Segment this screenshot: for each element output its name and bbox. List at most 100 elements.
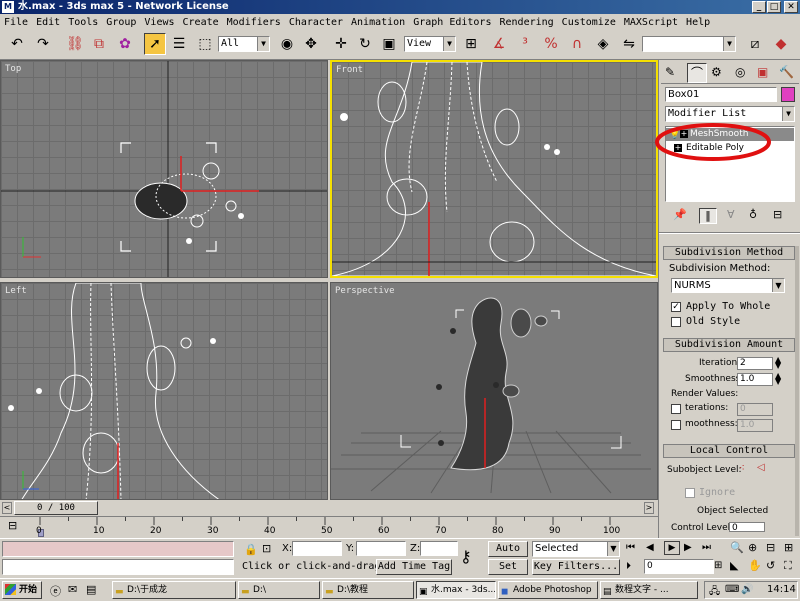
y-coord-field[interactable] — [356, 541, 406, 556]
select-object-icon[interactable]: ➚ — [144, 33, 166, 55]
menu-edit[interactable]: Edit — [36, 17, 60, 28]
language-icon[interactable]: ⌨ — [725, 584, 739, 595]
undo-icon[interactable]: ↶ — [6, 33, 28, 55]
maxscript-mini-listener[interactable] — [2, 559, 234, 575]
menu-help[interactable]: Help — [686, 17, 710, 28]
panel-scrollbar[interactable] — [795, 246, 799, 536]
set-key-button[interactable]: Set Key — [488, 559, 528, 575]
render-iterations-checkbox[interactable] — [671, 404, 681, 414]
close-button[interactable]: ✕ — [784, 1, 798, 13]
object-name-field[interactable]: Box01 — [665, 87, 777, 102]
rollout-subdivision-method[interactable]: Subdivision Method — [663, 246, 795, 260]
select-and-manipulate-icon[interactable]: ◉ — [276, 33, 298, 55]
task-text-document[interactable]: ▤ 数程文字 - ... — [600, 581, 698, 599]
time-slider-track[interactable]: < 0 / 100 > — [0, 500, 658, 516]
hierarchy-tab-icon[interactable]: ⚙ — [711, 65, 722, 79]
edge-level-icon[interactable]: ◁ — [757, 462, 765, 473]
key-mode-dropdown[interactable]: Selected ▼ — [532, 541, 620, 557]
menu-animation[interactable]: Animation — [351, 17, 405, 28]
menu-rendering[interactable]: Rendering — [499, 17, 553, 28]
zoom-icon[interactable]: 🔍 — [730, 541, 744, 554]
select-and-link-icon[interactable]: ⛓ — [64, 33, 86, 55]
start-button[interactable]: 开始 — [2, 581, 42, 599]
redo-icon[interactable]: ↷ — [32, 33, 54, 55]
menu-customize[interactable]: Customize — [562, 17, 616, 28]
remove-modifier-icon[interactable]: ♁ — [749, 208, 757, 221]
current-frame-field[interactable]: 0 — [644, 559, 714, 574]
ignore-backfacing-checkbox[interactable] — [685, 488, 695, 498]
percent-snap-icon[interactable]: % — [540, 33, 562, 55]
volume-icon[interactable]: 🔊 — [741, 584, 753, 595]
pan-icon[interactable]: ✋ — [748, 559, 762, 572]
minimize-button[interactable]: _ — [752, 1, 766, 13]
viewport-front[interactable]: Front — [330, 60, 658, 278]
add-time-tag-button[interactable]: Add Time Tag — [376, 559, 452, 575]
key-mode-toggle-icon[interactable]: ⏵ — [626, 561, 631, 572]
select-by-name-icon[interactable]: ☰ — [168, 33, 190, 55]
lock-selection-icon[interactable]: 🔒 — [244, 543, 258, 556]
named-selection-dropdown[interactable]: ▼ — [642, 36, 736, 52]
chevron-left-icon[interactable]: < — [2, 502, 12, 514]
display-tab-icon[interactable]: ▣ — [757, 65, 768, 79]
apply-to-whole-checkbox[interactable]: ✓ — [671, 302, 681, 312]
select-and-move-icon[interactable]: ✥ — [300, 33, 322, 55]
menu-file[interactable]: File — [4, 17, 28, 28]
modifier-list-dropdown[interactable]: Modifier List ▼ — [665, 106, 795, 122]
internet-explorer-icon[interactable]: ⓔ — [50, 583, 61, 599]
maximize-button[interactable]: □ — [767, 1, 781, 13]
select-and-move-icon[interactable]: ✛ — [330, 33, 352, 55]
render-smoothness-spinner[interactable]: 1.0 — [737, 419, 773, 432]
subdivision-method-dropdown[interactable]: NURMS ▼ — [671, 278, 785, 293]
bind-to-space-warp-icon[interactable]: ✿ — [114, 33, 136, 55]
selection-filter-dropdown[interactable]: All ▼ — [218, 36, 270, 52]
outlook-express-icon[interactable]: ✉ — [68, 583, 77, 596]
x-coord-field[interactable] — [292, 541, 342, 556]
select-and-rotate-icon[interactable]: ↻ — [354, 33, 376, 55]
reference-coordinate-dropdown[interactable]: View ▼ — [404, 36, 456, 52]
set-key-key-icon[interactable]: ⚷ — [460, 547, 472, 566]
time-configuration-icon[interactable]: ⊞ — [714, 560, 722, 571]
network-icon[interactable]: 🖧 — [709, 584, 720, 601]
task-photoshop[interactable]: ◼ Adobe Photoshop — [498, 581, 598, 599]
create-tab-icon[interactable]: ✎ — [665, 65, 675, 79]
3ds-max-icon[interactable]: M — [2, 1, 14, 13]
menu-maxscript[interactable]: MAXScript — [624, 17, 678, 28]
viewport-top[interactable]: Top — [0, 60, 328, 278]
use-pivot-center-icon[interactable]: ⊞ — [460, 33, 482, 55]
z-coord-field[interactable] — [420, 541, 458, 556]
chevron-right-icon[interactable]: > — [644, 502, 654, 514]
clock[interactable]: 14:14 — [767, 584, 796, 595]
maxscript-listener[interactable] — [2, 541, 234, 557]
play-icon[interactable]: ▶ — [664, 541, 680, 555]
task-3dsmax[interactable]: ▣ 水.max - 3ds... — [416, 581, 496, 599]
select-and-scale-icon[interactable]: ▣ — [378, 33, 400, 55]
menu-tools[interactable]: Tools — [68, 17, 98, 28]
old-style-checkbox[interactable] — [671, 317, 681, 327]
field-of-view-icon[interactable]: ◣ — [730, 559, 738, 572]
unlink-selection-icon[interactable]: ⧉ — [88, 33, 110, 55]
previous-frame-icon[interactable]: ◀ — [646, 542, 654, 553]
iterations-spinner[interactable]: 2 — [737, 357, 773, 370]
menu-modifiers[interactable]: Modifiers — [227, 17, 281, 28]
spinner-snap-icon[interactable]: ∩ — [566, 33, 588, 55]
viewport-perspective[interactable]: Perspective — [330, 282, 658, 500]
maximize-viewport-icon[interactable]: ⛶ — [784, 559, 792, 573]
spinner-arrows-icon[interactable]: ▲ ▼ — [775, 356, 781, 370]
motion-tab-icon[interactable]: ◎ — [735, 65, 745, 79]
render-smoothness-checkbox[interactable] — [671, 420, 681, 430]
next-frame-icon[interactable]: ▶ — [684, 542, 692, 553]
angle-snap-icon[interactable]: ∡ — [488, 33, 510, 55]
configure-modifier-sets-icon[interactable]: ⊟ — [773, 208, 782, 221]
spinner-arrows-icon[interactable]: ▲ ▼ — [775, 372, 781, 386]
make-unique-icon[interactable]: ∀ — [727, 208, 735, 221]
vertex-level-icon[interactable]: ⁖ — [739, 463, 745, 474]
utilities-tab-icon[interactable]: 🔨 — [779, 65, 794, 79]
zoom-extents-all-icon[interactable]: ⊞ — [784, 541, 793, 554]
menu-group[interactable]: Group — [106, 17, 136, 28]
menu-character[interactable]: Character — [289, 17, 343, 28]
show-desktop-icon[interactable]: ▤ — [86, 583, 96, 596]
curve-editor-icon[interactable]: ⧄ — [744, 33, 766, 55]
time-slider-thumb[interactable]: 0 / 100 — [14, 501, 98, 515]
task-folder-d[interactable]: ▬ D:\ — [238, 581, 320, 599]
task-folder-yuchenglong[interactable]: ▬ D:\于成龙 — [112, 581, 236, 599]
